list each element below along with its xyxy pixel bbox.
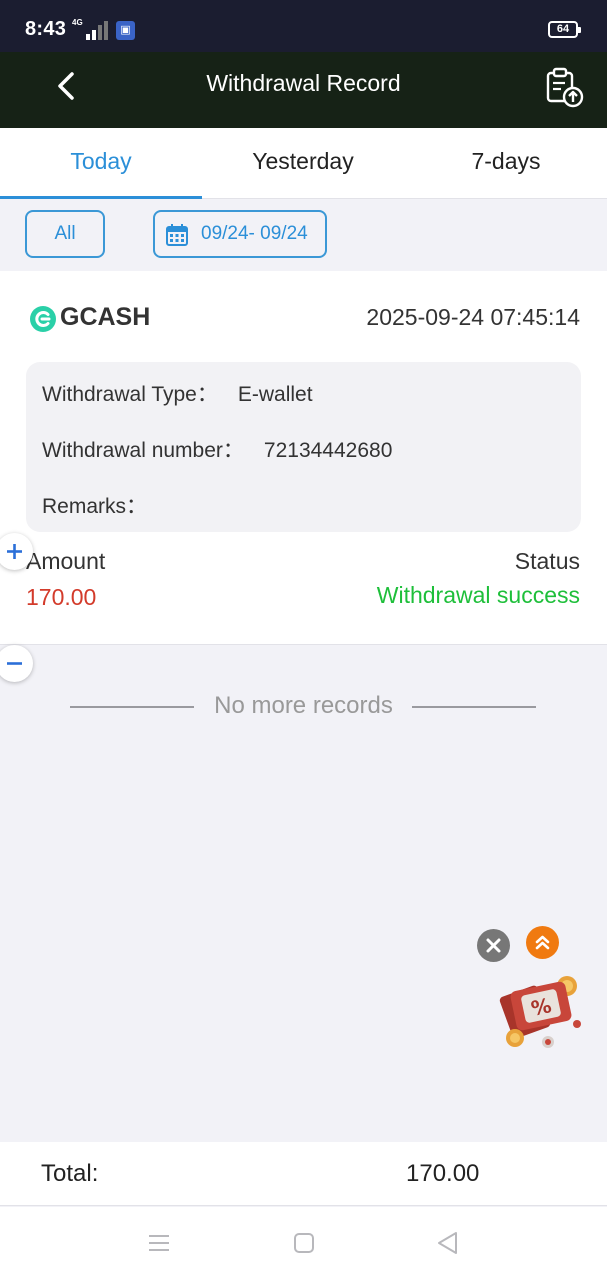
double-chevron-up-icon [535, 935, 550, 950]
zoom-out-button[interactable] [0, 645, 33, 682]
recent-apps-button[interactable] [146, 1230, 172, 1256]
status-value: Withdrawal success [376, 582, 580, 608]
gcash-logo-icon [30, 306, 56, 332]
date-tabs: Today Yesterday 7-days [0, 128, 607, 199]
date-range-button[interactable]: 09/24- 09/24 [153, 210, 327, 258]
record-details: Withdrawal Type： E-wallet Withdrawal numb… [26, 362, 581, 532]
withdrawal-number-value: 72134442680 [263, 439, 393, 462]
app-header: Withdrawal Record [0, 52, 607, 128]
total-value: 170.00 [406, 1160, 480, 1187]
system-back-button[interactable] [435, 1230, 461, 1256]
battery-icon: 64 [548, 21, 581, 38]
discount-coupon-icon: % [499, 976, 581, 1048]
network-type: 4G [72, 18, 83, 27]
promo-coupon-widget[interactable]: % [497, 972, 585, 1054]
withdrawal-type-label: Withdrawal Type： [42, 383, 218, 406]
withdrawal-number-row: Withdrawal number： 72134442680 [42, 434, 392, 464]
withdrawal-record-card[interactable]: GCASH 2025-09-24 07:45:14 Withdrawal Typ… [0, 271, 607, 645]
list-end-indicator: No more records [0, 690, 607, 722]
status-label: Status [514, 548, 580, 574]
clipboard-upload-icon [546, 67, 584, 108]
tab-today[interactable]: Today [0, 128, 202, 199]
system-status-bar: 8:43 4G ▣ 64 [0, 0, 607, 52]
payment-method-name: GCASH [60, 303, 151, 331]
calendar-icon [166, 224, 188, 246]
export-record-button[interactable] [540, 66, 588, 110]
close-promo-button[interactable] [477, 929, 510, 962]
square-icon [294, 1233, 314, 1253]
home-button[interactable] [291, 1230, 317, 1256]
record-datetime: 2025-09-24 07:45:14 [366, 304, 580, 330]
amount-label: Amount [26, 548, 106, 574]
signal-icon: 4G [72, 18, 108, 40]
menu-icon [149, 1235, 169, 1251]
withdrawal-number-label: Withdrawal number： [42, 439, 244, 462]
filter-all-button[interactable]: All [25, 210, 105, 258]
scroll-to-top-button[interactable] [526, 926, 559, 959]
withdrawal-type-row: Withdrawal Type： E-wallet [42, 378, 313, 408]
system-navigation-bar [0, 1207, 607, 1280]
close-icon [486, 938, 501, 953]
filter-bar: All 09/24- 09/24 [0, 199, 607, 271]
withdrawal-type-value: E-wallet [237, 383, 313, 406]
amount-value: 170.00 [26, 584, 97, 610]
page-title: Withdrawal Record [206, 70, 401, 96]
status-time: 8:43 [25, 18, 67, 40]
total-label: Total: [41, 1160, 99, 1187]
total-bar: Total: 170.00 [0, 1142, 607, 1206]
triangle-back-icon [438, 1232, 457, 1254]
tab-7-days[interactable]: 7-days [405, 128, 607, 199]
minus-icon [7, 662, 22, 665]
remarks-row: Remarks： [42, 490, 167, 520]
plus-icon [7, 544, 22, 559]
divider-right [412, 706, 536, 708]
remarks-label: Remarks： [42, 495, 148, 518]
date-range-text: 09/24- 09/24 [201, 223, 308, 244]
notification-app-icon: ▣ [116, 21, 135, 40]
battery-level: 64 [556, 23, 570, 35]
tab-yesterday[interactable]: Yesterday [202, 128, 404, 199]
